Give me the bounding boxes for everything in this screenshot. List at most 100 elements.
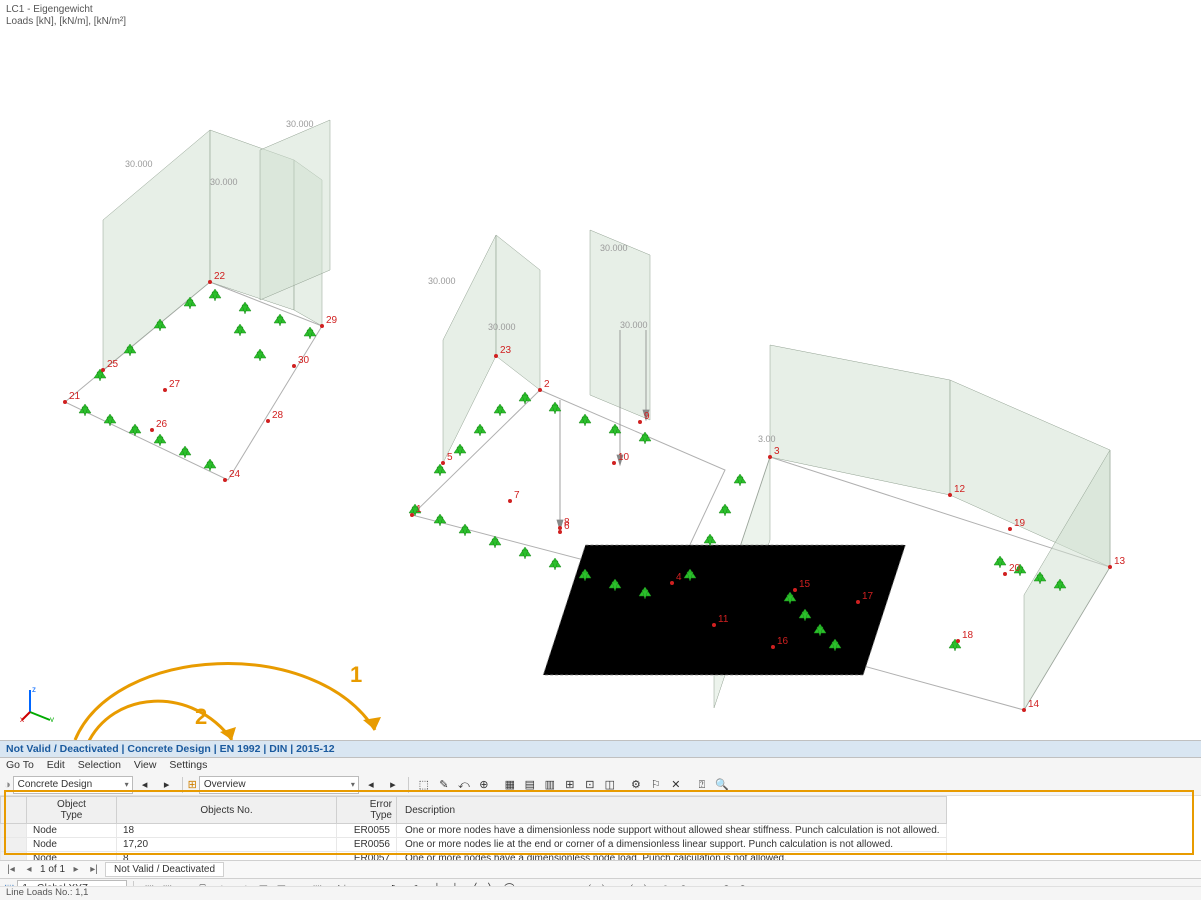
menu-selection[interactable]: Selection — [78, 759, 121, 771]
col-objects-no[interactable]: Objects No. — [117, 797, 337, 824]
node-label: 10 — [618, 452, 630, 463]
svg-text:z: z — [32, 685, 36, 694]
cell-error-code: ER0055 — [337, 824, 397, 838]
cell-description: One or more nodes have a dimensionless n… — [397, 824, 947, 838]
tab-not-valid[interactable]: Not Valid / Deactivated — [105, 862, 224, 877]
cell-error-code: ER0056 — [337, 838, 397, 852]
model-canvas[interactable]: 2125262722242830292351276910843121913201… — [0, 20, 1201, 720]
load-value-label: 3.00 — [758, 434, 776, 444]
row-header — [1, 838, 27, 852]
node-label: 13 — [1114, 556, 1126, 567]
table-row[interactable]: Node 18 ER0055 One or more nodes have a … — [1, 824, 947, 838]
table-row[interactable]: Node 17,20 ER0056 One or more nodes lie … — [1, 838, 947, 852]
load-value-label: 30.000 — [125, 159, 153, 169]
node-label: 29 — [326, 315, 338, 326]
node-label: 8 — [564, 517, 570, 528]
menu-goto[interactable]: Go To — [6, 759, 34, 771]
load-value-label: 30.000 — [600, 243, 628, 253]
tab-first[interactable]: |◂ — [4, 864, 18, 875]
toolbar-button-0[interactable]: ⬚ — [414, 775, 434, 793]
node-label: 2 — [544, 379, 550, 390]
panel-menubar: Go To Edit Selection View Settings — [0, 758, 1201, 774]
toolbar-button-10[interactable]: ⚙ — [626, 775, 646, 793]
col-description[interactable]: Description — [397, 797, 947, 824]
svg-text:x: x — [20, 715, 24, 722]
svg-text:y: y — [50, 715, 54, 722]
cell-object-type[interactable]: Node — [27, 824, 117, 838]
toolbar-button-2[interactable]: ⤺ — [454, 776, 474, 794]
panel-toolbar: ◑ Concrete Design ◂ ▸ ⊞ Overview ◂ ▸ ⬚✎⤺… — [0, 774, 1201, 796]
toolbar-button-14[interactable]: 🔍 — [712, 775, 732, 793]
toolbar-button-7[interactable]: ⊞ — [560, 775, 580, 793]
node-label: 15 — [799, 579, 811, 590]
toolbar-button-3[interactable]: ⊕ — [474, 775, 494, 793]
toolbar-button-1[interactable]: ✎ — [434, 775, 454, 793]
node-label: 14 — [1028, 699, 1040, 710]
node-label: 27 — [169, 379, 181, 390]
menu-edit[interactable]: Edit — [47, 759, 65, 771]
node-label: 30 — [298, 355, 310, 366]
load-value-label: 30.000 — [620, 320, 648, 330]
nav-next-module[interactable]: ▸ — [157, 776, 177, 794]
node-label: 5 — [447, 452, 453, 463]
cell-objects-no[interactable]: 18 — [117, 824, 337, 838]
annotation-label-1: 1 — [350, 662, 362, 688]
node-label: 24 — [229, 469, 241, 480]
row-header-col — [1, 797, 27, 824]
toolbar-button-6[interactable]: ▥ — [540, 775, 560, 793]
toolbar-button-8[interactable]: ⊡ — [580, 775, 600, 793]
load-value-label: 30.000 — [210, 177, 238, 187]
node-label: 9 — [644, 411, 650, 422]
nav-prev-table[interactable]: ◂ — [361, 776, 381, 794]
cell-objects-no[interactable]: 17,20 — [117, 838, 337, 852]
nav-next-table[interactable]: ▸ — [383, 776, 403, 794]
node-label: 19 — [1014, 518, 1026, 529]
node-label: 1 — [416, 504, 422, 515]
row-header — [1, 824, 27, 838]
col-error-type[interactable]: Error Type — [337, 797, 397, 824]
panel-title-bar: Not Valid / Deactivated | Concrete Desig… — [0, 740, 1201, 758]
annotation-label-2: 2 — [195, 704, 207, 730]
toolbar-button-11[interactable]: ⚐ — [646, 775, 666, 793]
toolbar-button-5[interactable]: ▤ — [520, 775, 540, 793]
node-label: 21 — [69, 391, 81, 402]
overview-icon: ⊞ — [188, 778, 197, 791]
tab-next[interactable]: ▸ — [69, 864, 83, 875]
axis-gizmo: z y x — [20, 682, 60, 722]
node-label: 23 — [500, 345, 512, 356]
node-label: 20 — [1009, 563, 1021, 574]
node-label: 28 — [272, 410, 284, 421]
nav-prev-module[interactable]: ◂ — [135, 776, 155, 794]
col-object-type[interactable]: Object Type — [27, 797, 117, 824]
menu-settings[interactable]: Settings — [169, 759, 207, 771]
node-label: 7 — [514, 490, 520, 501]
node-label: 3 — [774, 446, 780, 457]
toolbar-button-9[interactable]: ◫ — [600, 775, 620, 793]
model-viewport[interactable]: LC1 - Eigengewicht Loads [kN], [kN/m], [… — [0, 0, 1201, 730]
result-table-combo[interactable]: Overview — [199, 776, 359, 794]
cell-object-type[interactable]: Node — [27, 838, 117, 852]
tab-last[interactable]: ▸| — [87, 864, 101, 875]
toolbar-button-4[interactable]: ▦ — [500, 775, 520, 793]
node-label: 16 — [777, 636, 789, 647]
design-icon: ◑ — [4, 779, 11, 791]
node-label: 26 — [156, 419, 168, 430]
toolbar-button-13[interactable]: ⍰ — [692, 776, 712, 794]
cell-description: One or more nodes lie at the end or corn… — [397, 838, 947, 852]
node-label: 22 — [214, 271, 226, 282]
design-module-combo[interactable]: Concrete Design — [13, 776, 133, 794]
load-value-label: 30.000 — [488, 322, 516, 332]
loadcase-title: LC1 - Eigengewicht — [6, 4, 93, 15]
load-value-label: 30.000 — [286, 119, 314, 129]
node-label: 25 — [107, 359, 119, 370]
load-value-label: 30.000 — [428, 276, 456, 286]
toolbar-button-12[interactable]: ✕ — [666, 775, 686, 793]
menu-view[interactable]: View — [134, 759, 157, 771]
node-label: 12 — [954, 484, 966, 495]
table-tabbar: |◂ ◂ 1 of 1 ▸ ▸| Not Valid / Deactivated — [0, 860, 1201, 878]
panel-title: Not Valid / Deactivated | Concrete Desig… — [6, 743, 335, 755]
tab-prev[interactable]: ◂ — [22, 864, 36, 875]
node-label: 11 — [718, 614, 729, 625]
node-label: 4 — [676, 572, 682, 583]
status-bar: Line Loads No.: 1,1 — [0, 886, 1201, 900]
